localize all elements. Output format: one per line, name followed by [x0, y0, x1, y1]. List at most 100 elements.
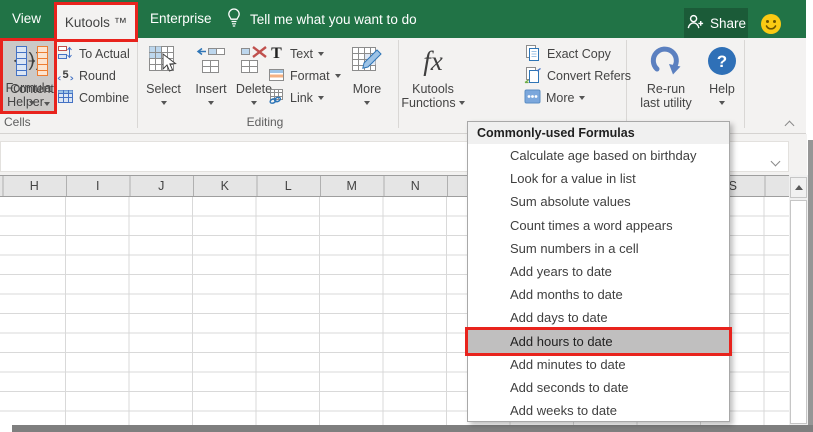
link-dropdown-arrow[interactable] — [317, 96, 324, 100]
insert-cells-icon — [196, 40, 226, 82]
rerun-label-2: last utility — [640, 96, 692, 110]
more-kutools-label: More — [546, 91, 575, 105]
column-header[interactable]: M — [320, 176, 384, 196]
rerun-last-utility-button[interactable]: Re-run last utility — [630, 40, 702, 114]
convert-refers-button[interactable]: Convert Refers — [524, 66, 631, 86]
text-button[interactable]: T Text — [268, 44, 324, 64]
tell-me-label: Tell me what you want to do — [250, 11, 417, 27]
exact-copy-icon — [524, 44, 542, 65]
column-header[interactable]: K — [193, 176, 257, 196]
column-header[interactable]: I — [66, 176, 130, 196]
svg-text:?: ? — [717, 52, 727, 71]
link-chain-icon — [268, 88, 285, 108]
convert-refers-label: Convert Refers — [547, 69, 632, 83]
formula-bar-expand-chevron-icon[interactable] — [770, 152, 781, 170]
menu-item[interactable]: Add seconds to date — [468, 376, 729, 399]
delete-label: Delete — [235, 82, 273, 96]
more-kutools-button[interactable]: More — [524, 88, 586, 108]
select-cells-icon — [147, 40, 181, 82]
rerun-label-1: Re-run — [646, 82, 686, 96]
text-T-icon: T — [271, 45, 282, 62]
combine-button[interactable]: Combine — [57, 88, 129, 108]
format-label: Format — [290, 69, 330, 83]
menu-item[interactable]: Add weeks to date — [468, 399, 729, 422]
menu-item[interactable]: Sum numbers in a cell — [468, 237, 729, 260]
share-person-icon — [686, 12, 705, 34]
convert-refers-icon — [524, 66, 542, 87]
more-editing-button[interactable]: More — [342, 40, 392, 114]
tab-view[interactable]: View — [6, 0, 47, 38]
select-button[interactable]: Select — [140, 40, 187, 114]
content-button[interactable]: Content — [8, 40, 56, 114]
group-separator — [744, 40, 745, 128]
share-button[interactable]: Share — [684, 8, 748, 38]
menu-item[interactable]: Add years to date — [468, 260, 729, 283]
menu-item[interactable]: Sum absolute values — [468, 190, 729, 213]
menu-item[interactable]: Add days to date — [468, 306, 729, 329]
column-header[interactable]: J — [130, 176, 194, 196]
group-separator — [398, 40, 399, 128]
combine-icon — [57, 88, 74, 108]
kutools-functions-button[interactable]: fx Kutools Functions — [401, 40, 465, 114]
tell-me-box[interactable]: Tell me what you want to do — [226, 0, 417, 38]
more-editing-dropdown-arrow[interactable] — [364, 101, 370, 105]
column-header[interactable]: N — [384, 176, 448, 196]
menu-item[interactable]: Calculate age based on birthday — [468, 144, 729, 167]
editing-group-label: Editing — [246, 115, 284, 129]
menu-section-header: Commonly-used Formulas — [468, 122, 729, 144]
vertical-scrollbar[interactable] — [789, 175, 808, 425]
format-dropdown-arrow[interactable] — [334, 74, 341, 78]
ribbon: Content To Actual 5 Round Combine Cells … — [0, 38, 806, 134]
kutools-functions-dropdown-arrow[interactable] — [458, 101, 465, 105]
right-window-shadow — [808, 140, 813, 432]
smiley-feedback-icon[interactable] — [760, 13, 782, 40]
lightbulb-icon — [226, 7, 242, 32]
share-label: Share — [709, 15, 747, 31]
more-dots-icon — [524, 88, 541, 108]
text-dropdown-arrow[interactable] — [317, 52, 324, 56]
collapse-ribbon-chevron-up-icon[interactable] — [784, 116, 795, 134]
round-icon: 5 — [57, 66, 74, 86]
excel-window: View Enterprise Tell me what you want to… — [0, 0, 813, 432]
scroll-up-button[interactable] — [790, 177, 807, 198]
menu-item[interactable]: Look for a value in list — [468, 167, 729, 190]
menu-item[interactable]: Add hours to date — [465, 326, 732, 356]
insert-dropdown-arrow[interactable] — [208, 101, 214, 105]
help-dropdown-arrow[interactable] — [719, 101, 725, 105]
content-label: Content — [10, 82, 54, 96]
link-button[interactable]: Link — [268, 88, 324, 108]
scrollbar-thumb[interactable] — [790, 200, 807, 424]
content-columns-icon — [14, 40, 50, 82]
delete-cells-icon — [238, 40, 270, 82]
tab-kutools-active-with-red-annotation[interactable]: Kutools ™ — [54, 2, 138, 42]
scroll-up-arrow-icon — [794, 185, 803, 190]
select-label: Select — [146, 82, 181, 96]
delete-dropdown-arrow[interactable] — [251, 101, 257, 105]
format-button[interactable]: Format — [268, 66, 341, 86]
more-kutools-dropdown-arrow[interactable] — [579, 96, 586, 100]
svg-text:5: 5 — [62, 69, 68, 81]
exact-copy-button[interactable]: Exact Copy — [524, 44, 611, 64]
menu-item[interactable]: Add minutes to date — [468, 353, 729, 376]
content-dropdown-arrow[interactable] — [29, 101, 35, 105]
help-label: Help — [709, 82, 735, 96]
link-label: Link — [290, 91, 313, 105]
column-header[interactable]: H — [3, 176, 67, 196]
menu-item[interactable]: Add months to date — [468, 283, 729, 306]
more-editing-pencil-icon — [350, 40, 384, 82]
insert-label: Insert — [195, 82, 227, 96]
tab-enterprise[interactable]: Enterprise — [144, 0, 218, 38]
formula-helper-dropdown-menu: Commonly-used Formulas Calculate age bas… — [465, 121, 732, 422]
to-actual-label: To Actual — [79, 47, 130, 61]
exact-copy-label: Exact Copy — [547, 47, 611, 61]
to-actual-button[interactable]: To Actual — [57, 44, 130, 64]
fx-icon: fx — [423, 45, 443, 76]
column-header[interactable]: L — [257, 176, 321, 196]
format-icon — [268, 66, 285, 86]
help-button[interactable]: ? Help — [700, 40, 744, 114]
to-actual-icon — [57, 44, 74, 64]
menu-item[interactable]: Count times a word appears — [468, 214, 729, 237]
select-dropdown-arrow[interactable] — [160, 101, 167, 105]
round-button[interactable]: 5 Round — [57, 66, 116, 86]
insert-button[interactable]: Insert — [189, 40, 233, 114]
